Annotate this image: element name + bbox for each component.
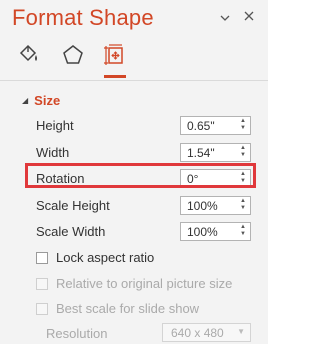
spinner-arrows-icon[interactable]: ▲ ▼ [239,118,247,132]
size-properties-icon [103,43,127,72]
height-value[interactable]: 0.65" [187,119,215,133]
tab-fill-line[interactable] [14,44,44,70]
best-scale-label[interactable]: Best scale for slide show [56,301,199,316]
width-spinner[interactable]: 1.54" ▲ ▼ [180,143,251,162]
scale-height-value[interactable]: 100% [187,199,218,213]
height-spinner[interactable]: 0.65" ▲ ▼ [180,116,251,135]
chevron-down-icon: ▼ [237,327,245,336]
scale-width-value[interactable]: 100% [187,225,218,239]
spinner-arrows-icon[interactable]: ▲ ▼ [239,145,247,159]
lock-aspect-label[interactable]: Lock aspect ratio [56,250,154,265]
close-pane-button[interactable] [242,10,256,24]
format-shape-pane: Format Shape ◢ Size Height 0.65" ▲ ▼ Wid… [0,0,269,344]
tabs-divider [0,80,268,81]
pane-title: Format Shape [12,5,154,30]
width-label: Width [36,145,70,160]
vertical-scrollbar[interactable] [268,0,280,344]
spinner-arrows-icon[interactable]: ▲ ▼ [239,224,247,238]
scale-height-spinner[interactable]: 100% ▲ ▼ [180,196,251,215]
resolution-label: Resolution [46,326,108,341]
tab-size-properties[interactable] [100,43,130,78]
collapse-caret-icon: ◢ [22,96,29,105]
best-scale-checkbox[interactable] [36,303,48,315]
rotation-highlight-box [25,163,256,188]
relative-original-checkbox[interactable] [36,278,48,290]
size-section-title: Size [34,93,61,108]
close-icon [244,10,254,24]
scale-height-label: Scale Height [36,198,110,213]
width-value[interactable]: 1.54" [187,146,215,160]
effects-pentagon-icon [62,44,84,71]
relative-original-label[interactable]: Relative to original picture size [56,276,232,291]
chevron-down-icon [220,10,230,24]
pane-options-button[interactable] [218,10,232,24]
resolution-dropdown[interactable]: 640 x 480 ▼ [162,323,251,342]
scale-width-spinner[interactable]: 100% ▲ ▼ [180,222,251,241]
height-label: Height [36,118,74,133]
tab-effects[interactable] [58,44,88,70]
size-section-header[interactable]: ◢ Size [22,93,60,108]
resolution-value: 640 x 480 [171,326,224,340]
scale-width-label: Scale Width [36,224,106,239]
lock-aspect-checkbox[interactable] [36,252,48,264]
fill-line-icon [17,44,41,71]
spinner-arrows-icon[interactable]: ▲ ▼ [239,198,247,212]
